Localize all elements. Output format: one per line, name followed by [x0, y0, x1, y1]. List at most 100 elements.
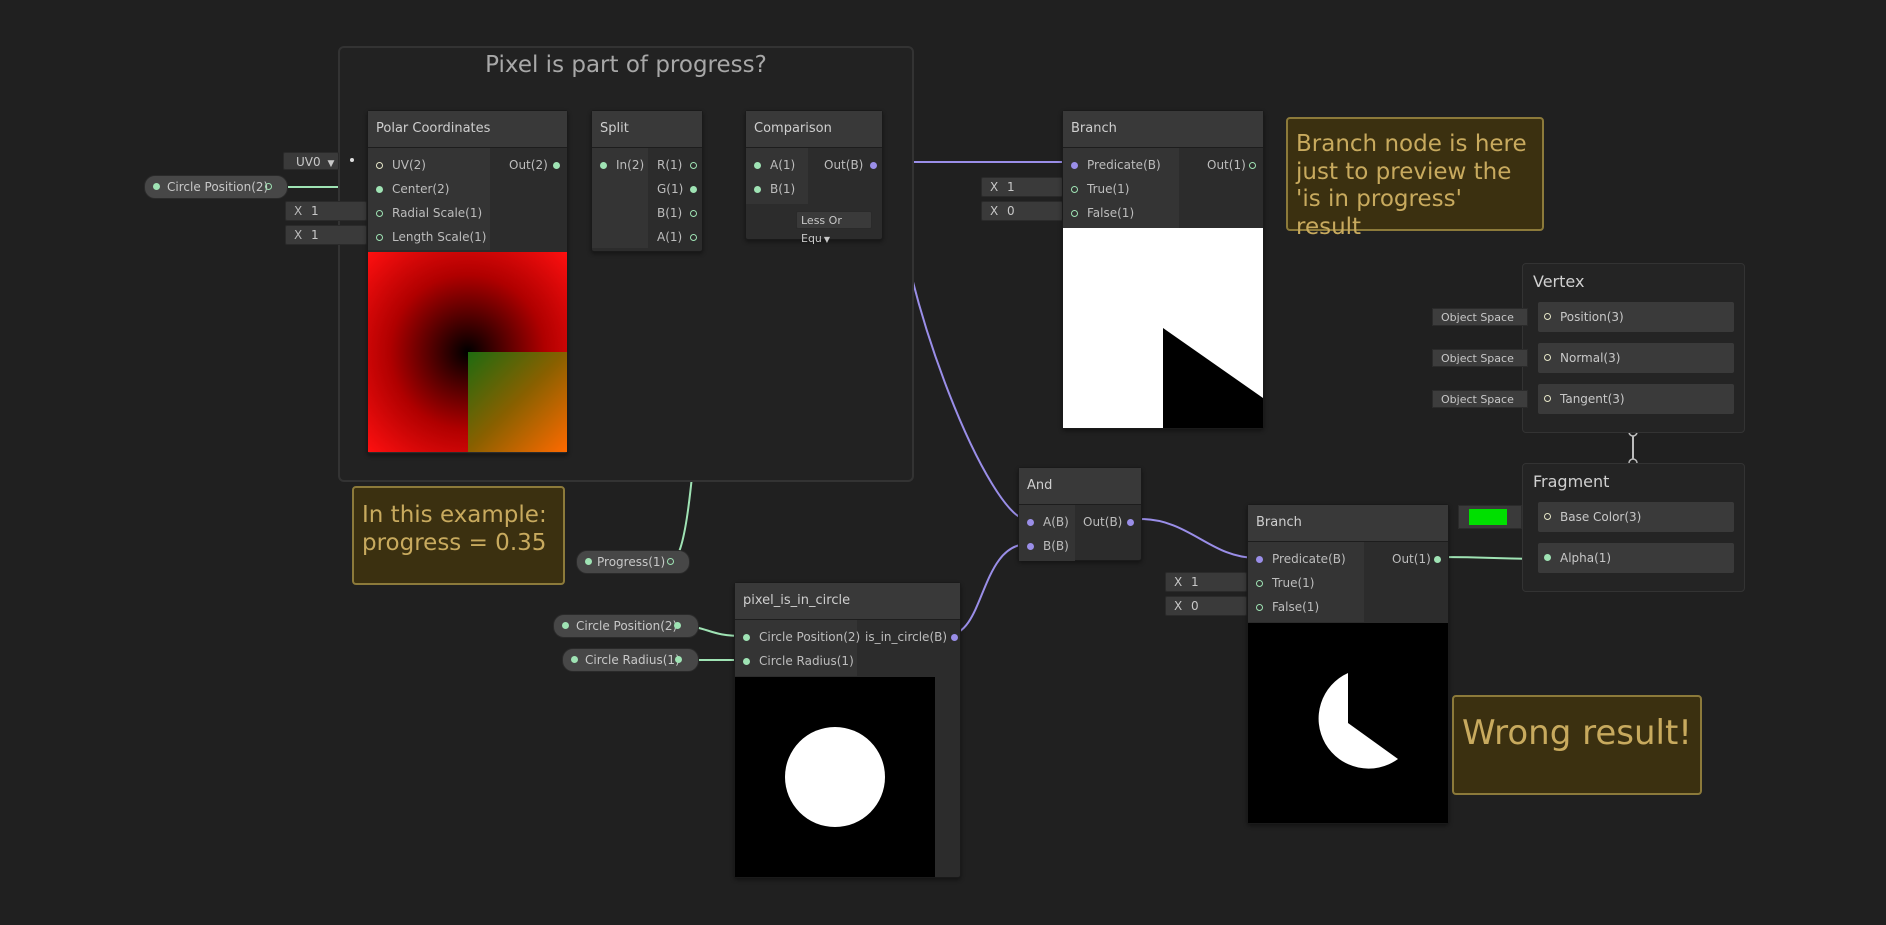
input-port-circle-position[interactable]: Circle Position(2)	[743, 627, 860, 647]
note-line-1: In this example:	[362, 502, 547, 528]
length-scale-input[interactable]: X 1	[285, 225, 367, 245]
true-value: 1	[1007, 180, 1015, 194]
object-space-tangent[interactable]: Object Space	[1432, 390, 1528, 408]
input-port-center[interactable]: Center(2)	[376, 179, 449, 199]
node-title: Branch	[1063, 111, 1263, 148]
pixel-is-in-circle-node[interactable]: pixel_is_in_circle Circle Position(2) Ci…	[734, 582, 961, 878]
comparison-node[interactable]: Comparison A(1) B(1) Out(B) Less Or Equ ▼	[745, 110, 883, 245]
vertex-slot-position[interactable]: Position(3)	[1538, 302, 1734, 332]
color-swatch[interactable]	[1469, 509, 1507, 525]
property-port-icon	[153, 183, 160, 190]
property-label: Circle Radius(1)	[585, 653, 680, 667]
fragment-slot-base-color[interactable]: Base Color(3)	[1538, 502, 1734, 532]
branch2-true-input[interactable]: X 1	[1165, 572, 1247, 592]
input-port-false[interactable]: False(1)	[1256, 597, 1319, 617]
output-port-out[interactable]: Out(B)	[1083, 512, 1134, 532]
input-port-true[interactable]: True(1)	[1071, 179, 1130, 199]
radial-scale-input[interactable]: X 1	[285, 201, 367, 221]
circle-position-property-1[interactable]: Circle Position(2)	[144, 175, 288, 199]
node-title: Branch	[1248, 505, 1448, 542]
property-output-port[interactable]	[675, 656, 682, 663]
circle-radius-property[interactable]: Circle Radius(1)	[562, 648, 699, 672]
true-value: 1	[1191, 575, 1199, 589]
output-port-out[interactable]: Out(B)	[824, 155, 877, 175]
branch2-preview	[1248, 623, 1448, 823]
node-title: Comparison	[746, 111, 882, 148]
sticky-note-branch[interactable]: Branch node is here just to preview the …	[1286, 117, 1544, 240]
split-node[interactable]: Split In(2) R(1) G(1) B(1) A(1)	[591, 110, 703, 252]
base-color-input[interactable]	[1458, 505, 1522, 529]
output-port-is-in-circle[interactable]: is_in_circle(B)	[865, 627, 958, 647]
object-space-position[interactable]: Object Space	[1432, 308, 1528, 326]
progress-property[interactable]: Progress(1)	[576, 550, 690, 574]
false-value: 0	[1191, 599, 1199, 613]
branch-node-final[interactable]: Branch Predicate(B) True(1) False(1) Out…	[1247, 504, 1449, 824]
input-port-radial-scale[interactable]: Radial Scale(1)	[376, 203, 482, 223]
property-label: Progress(1)	[597, 555, 666, 569]
uv-channel-dropdown[interactable]: UV0 ▼	[283, 152, 339, 170]
and-node[interactable]: And A(B) B(B) Out(B)	[1018, 467, 1142, 561]
property-port-icon	[562, 622, 569, 629]
branch2-false-input[interactable]: X 0	[1165, 596, 1247, 616]
input-port-in[interactable]: In(2)	[600, 155, 644, 175]
property-output-port[interactable]	[667, 558, 674, 565]
circle-position-property-2[interactable]: Circle Position(2)	[553, 614, 699, 638]
input-port-circle-radius[interactable]: Circle Radius(1)	[743, 651, 854, 671]
property-port-icon	[585, 558, 592, 565]
property-output-port[interactable]	[265, 183, 272, 190]
context-title: Vertex	[1533, 272, 1585, 291]
input-port-b[interactable]: B(1)	[754, 179, 795, 199]
input-port-a[interactable]: A(1)	[754, 155, 795, 175]
branch1-false-input[interactable]: X 0	[981, 201, 1063, 221]
input-port-b[interactable]: B(B)	[1027, 536, 1069, 556]
polar-coordinates-node[interactable]: Polar Coordinates UV(2) Center(2) Radial…	[367, 110, 568, 454]
input-port-predicate[interactable]: Predicate(B)	[1071, 155, 1161, 175]
input-port-uv[interactable]: UV(2)	[376, 155, 426, 175]
output-port-out[interactable]: Out(1)	[1392, 549, 1441, 569]
output-port-out[interactable]: Out(1)	[1207, 155, 1256, 175]
property-output-port[interactable]	[674, 622, 681, 629]
comparison-mode-dropdown[interactable]: Less Or Equ ▼	[796, 211, 872, 245]
uv-link-dot	[350, 158, 354, 162]
fragment-slot-alpha[interactable]: Alpha(1)	[1538, 543, 1734, 573]
object-space-normal[interactable]: Object Space	[1432, 349, 1528, 367]
note-text: Branch node is here just to preview the …	[1296, 131, 1527, 240]
sticky-note-wrong-result[interactable]: Wrong result!	[1452, 695, 1702, 795]
input-port-length-scale[interactable]: Length Scale(1)	[376, 227, 487, 247]
x-label: X	[1174, 575, 1183, 589]
branch-node-preview[interactable]: Branch Predicate(B) True(1) False(1) Out…	[1062, 110, 1264, 429]
length-scale-value: 1	[311, 228, 319, 242]
property-port-icon	[571, 656, 578, 663]
note-text: Wrong result!	[1462, 713, 1692, 753]
node-title: Polar Coordinates	[368, 111, 567, 148]
x-label: X	[1174, 599, 1183, 613]
branch1-true-input[interactable]: X 1	[981, 177, 1063, 197]
group-title: Pixel is part of progress?	[485, 52, 767, 78]
output-port-b[interactable]: B(1)	[657, 203, 697, 223]
context-title: Fragment	[1533, 472, 1610, 491]
output-port-r[interactable]: R(1)	[657, 155, 697, 175]
input-port-false[interactable]: False(1)	[1071, 203, 1134, 223]
property-label: Circle Position(2)	[167, 180, 269, 194]
chevron-down-icon: ▼	[327, 159, 335, 169]
chevron-down-icon: ▼	[823, 235, 831, 244]
input-port-a[interactable]: A(B)	[1027, 512, 1069, 532]
output-port-a[interactable]: A(1)	[657, 227, 697, 247]
wire-and-to-branch2	[1139, 518, 1258, 559]
polar-preview	[368, 252, 567, 452]
node-title: pixel_is_in_circle	[735, 583, 960, 620]
false-value: 0	[1007, 204, 1015, 218]
input-port-true[interactable]: True(1)	[1256, 573, 1315, 593]
vertex-context[interactable]: Vertex Position(3) Normal(3) Tangent(3)	[1522, 263, 1745, 433]
input-port-predicate[interactable]: Predicate(B)	[1256, 549, 1346, 569]
vertex-slot-tangent[interactable]: Tangent(3)	[1538, 384, 1734, 414]
x-label: X	[294, 204, 303, 218]
radial-scale-value: 1	[311, 204, 319, 218]
vertex-slot-normal[interactable]: Normal(3)	[1538, 343, 1734, 373]
sticky-note-example[interactable]: In this example: progress = 0.35	[352, 486, 565, 585]
property-label: Circle Position(2)	[576, 619, 678, 633]
uv-dropdown-value: UV0	[296, 155, 321, 169]
output-port-out[interactable]: Out(2)	[509, 155, 560, 175]
fragment-context[interactable]: Fragment Base Color(3) Alpha(1)	[1522, 463, 1745, 592]
output-port-g[interactable]: G(1)	[657, 179, 697, 199]
